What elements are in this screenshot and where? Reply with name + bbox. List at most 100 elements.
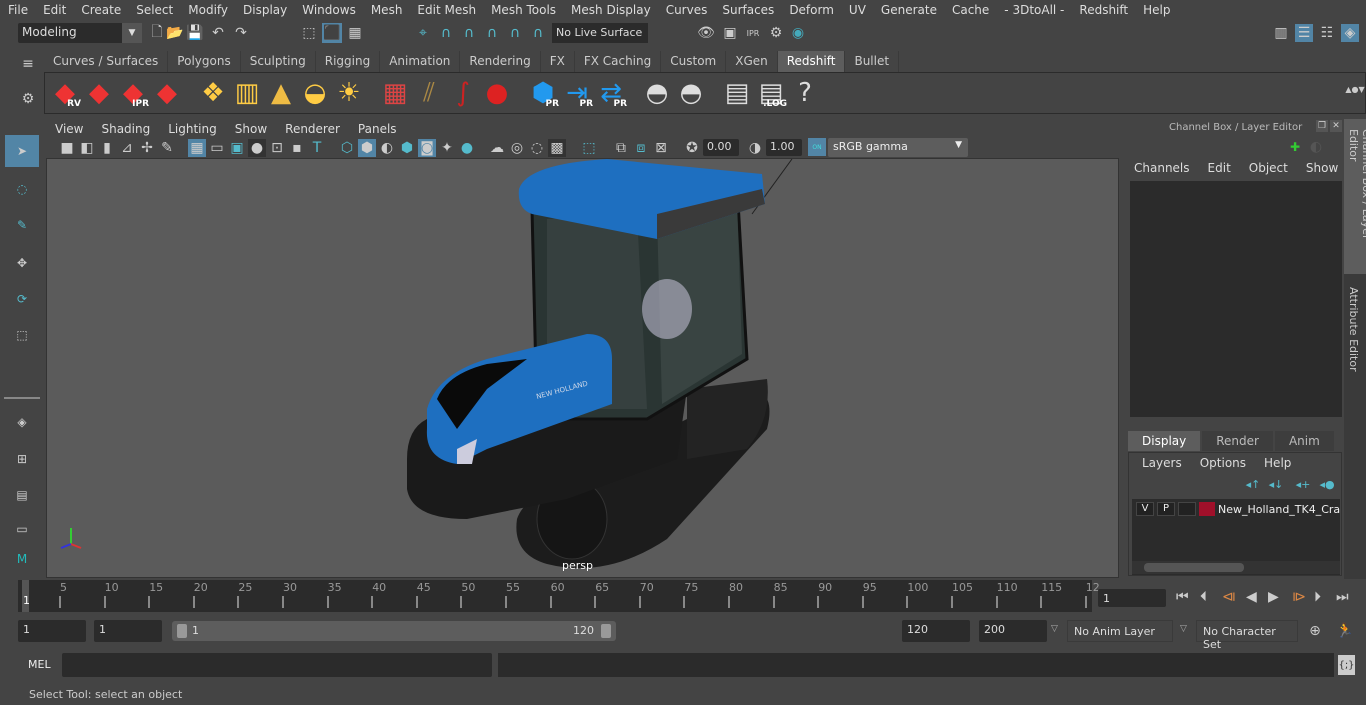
- new-scene-icon[interactable]: 🗋: [148, 24, 166, 42]
- shelf-tab-custom[interactable]: Custom: [661, 51, 727, 72]
- play-backward-icon[interactable]: ◀: [1246, 589, 1257, 605]
- character-set-dropdown[interactable]: No Character Set: [1196, 620, 1298, 651]
- depth-of-field-icon[interactable]: ▩: [548, 139, 566, 157]
- menu-uv[interactable]: UV: [841, 3, 873, 17]
- wireframe-on-shaded-icon[interactable]: ◐: [378, 139, 396, 157]
- exposure-icon[interactable]: ✪: [683, 139, 701, 157]
- channel-box-toggle-icon[interactable]: ◈: [1341, 24, 1359, 42]
- char-set-chevron-icon[interactable]: ▽: [1180, 624, 1187, 634]
- viewport-menu-show[interactable]: Show: [226, 122, 276, 136]
- render-frame-icon[interactable]: ▣: [721, 24, 739, 42]
- channel-menu-channels[interactable]: Channels: [1124, 161, 1198, 175]
- close-panel-icon[interactable]: ✕: [1330, 120, 1342, 132]
- hud-icon[interactable]: ⊠: [652, 139, 670, 157]
- xray-active-icon[interactable]: ⧈: [632, 139, 650, 157]
- menu-display[interactable]: Display: [235, 3, 294, 17]
- shelf-menu-icon[interactable]: ≡: [19, 55, 37, 73]
- shelf-tab-curves-surfaces[interactable]: Curves / Surfaces: [44, 51, 169, 72]
- start-time-field[interactable]: 1: [18, 620, 86, 642]
- range-end-handle[interactable]: [601, 624, 611, 638]
- shelf-tab-rigging[interactable]: Rigging: [315, 51, 381, 72]
- shelf-tab-bullet[interactable]: Bullet: [845, 51, 900, 72]
- grid-icon[interactable]: ▦: [188, 139, 206, 157]
- menu-mesh[interactable]: Mesh: [363, 3, 410, 17]
- outliner-layout-icon[interactable]: ▤: [5, 479, 39, 511]
- move-layer-down-icon[interactable]: ◂↓: [1267, 475, 1285, 493]
- channel-menu-edit[interactable]: Edit: [1198, 161, 1239, 175]
- live-surface-field[interactable]: No Live Surface: [552, 23, 648, 43]
- 2d-pan-zoom-icon[interactable]: ✢: [138, 139, 156, 157]
- shelf-tab-xgen[interactable]: XGen: [726, 51, 778, 72]
- viewport-menu-shading[interactable]: Shading: [92, 122, 159, 136]
- field-chart-icon[interactable]: ⊡: [268, 139, 286, 157]
- sync-icon[interactable]: ◐: [1307, 138, 1325, 156]
- area-light-icon[interactable]: ▥: [231, 77, 263, 109]
- snap-grid-icon[interactable]: ⌖: [414, 24, 432, 42]
- tab-attribute-editor[interactable]: Attribute Editor: [1344, 279, 1366, 379]
- exposure-field[interactable]: 0.00: [703, 139, 739, 156]
- hypershade-icon[interactable]: ◉: [789, 24, 807, 42]
- rotate-tool-icon[interactable]: ⟳: [5, 283, 39, 315]
- shelf-tab-redshift[interactable]: Redshift: [777, 51, 846, 72]
- menu-file[interactable]: File: [0, 3, 35, 17]
- viewport-menu-lighting[interactable]: Lighting: [159, 122, 226, 136]
- grease-pencil-icon[interactable]: ✎: [158, 139, 176, 157]
- paint-select-tool-icon[interactable]: ✎: [5, 209, 39, 241]
- single-pane-layout-icon[interactable]: ◈: [5, 406, 39, 438]
- safe-action-icon[interactable]: ▪: [288, 139, 306, 157]
- script-editor-icon[interactable]: {;}: [1338, 655, 1355, 675]
- wireframe-icon[interactable]: ⬡: [338, 139, 356, 157]
- reference-toggle[interactable]: [1178, 502, 1196, 516]
- proxy-swap-icon[interactable]: ⇄ PR: [595, 77, 627, 109]
- menu-windows[interactable]: Windows: [294, 3, 363, 17]
- curve-icon[interactable]: ∫: [447, 77, 479, 109]
- anim-layer-chevron-icon[interactable]: ▽: [1051, 624, 1058, 634]
- command-input[interactable]: [62, 653, 492, 677]
- gamma-field[interactable]: 1.00: [766, 139, 802, 156]
- image-plane-icon[interactable]: ⊿: [118, 139, 136, 157]
- save-scene-icon[interactable]: 💾: [186, 24, 204, 42]
- make-live-icon[interactable]: ∩: [529, 24, 547, 42]
- open-scene-icon[interactable]: 📂: [166, 24, 184, 42]
- bookmark-icon[interactable]: ▮: [98, 139, 116, 157]
- range-start-handle[interactable]: [177, 624, 187, 638]
- snap-view-icon[interactable]: ∩: [483, 24, 501, 42]
- layer-menu-layers[interactable]: Layers: [1132, 456, 1190, 470]
- viewport-menu-renderer[interactable]: Renderer: [276, 122, 349, 136]
- shelf-tab-fx-caching[interactable]: FX Caching: [574, 51, 662, 72]
- xray-icon[interactable]: ⬢: [398, 139, 416, 157]
- layer-menu-help[interactable]: Help: [1254, 456, 1299, 470]
- auto-key-icon[interactable]: ⊕: [1306, 622, 1324, 640]
- menu-mesh-tools[interactable]: Mesh Tools: [483, 3, 563, 17]
- layer-tab-anim[interactable]: Anim: [1274, 431, 1334, 451]
- safe-title-icon[interactable]: T: [308, 139, 326, 157]
- select-tool-icon[interactable]: ➤: [5, 135, 39, 167]
- shelf-tab-polygons[interactable]: Polygons: [168, 51, 241, 72]
- light-diamond-icon[interactable]: ❖: [197, 77, 229, 109]
- gate-mask-icon[interactable]: ●: [248, 139, 266, 157]
- gamma-icon[interactable]: ◑: [746, 139, 764, 157]
- proxy-icon[interactable]: ⬢ PR: [527, 77, 559, 109]
- sun-sky-icon[interactable]: ☀: [333, 77, 365, 109]
- layer-name[interactable]: New_Holland_TK4_Cra: [1218, 503, 1340, 516]
- prev-key-icon[interactable]: ⧏: [1222, 589, 1236, 605]
- viewport-persp[interactable]: NEW HOLLAND persp: [46, 158, 1119, 578]
- undo-icon[interactable]: ↶: [209, 24, 227, 42]
- redo-icon[interactable]: ↷: [232, 24, 250, 42]
- pie-single-icon[interactable]: ◓: [675, 77, 707, 109]
- use-all-lights-icon[interactable]: ✦: [438, 139, 456, 157]
- menu-modify[interactable]: Modify: [180, 3, 235, 17]
- render-clapper-icon[interactable]: ◆: [83, 77, 115, 109]
- float-panel-icon[interactable]: ❐: [1316, 120, 1328, 132]
- modeling-toolkit-icon[interactable]: ▥: [1272, 24, 1290, 42]
- layer-tab-display[interactable]: Display: [1128, 431, 1201, 451]
- move-tool-icon[interactable]: ✥: [5, 247, 39, 279]
- help-icon[interactable]: ?: [789, 77, 821, 109]
- tool-settings-icon[interactable]: ☷: [1318, 24, 1336, 42]
- render-settings-icon[interactable]: ◆: [151, 77, 183, 109]
- proxy-export-icon[interactable]: ⇥ PR: [561, 77, 593, 109]
- snap-surface-icon[interactable]: ∩: [506, 24, 524, 42]
- xray-joints-icon[interactable]: ⧉: [612, 139, 630, 157]
- four-pane-layout-icon[interactable]: ⊞: [5, 443, 39, 475]
- material-ball-icon[interactable]: ●: [481, 77, 513, 109]
